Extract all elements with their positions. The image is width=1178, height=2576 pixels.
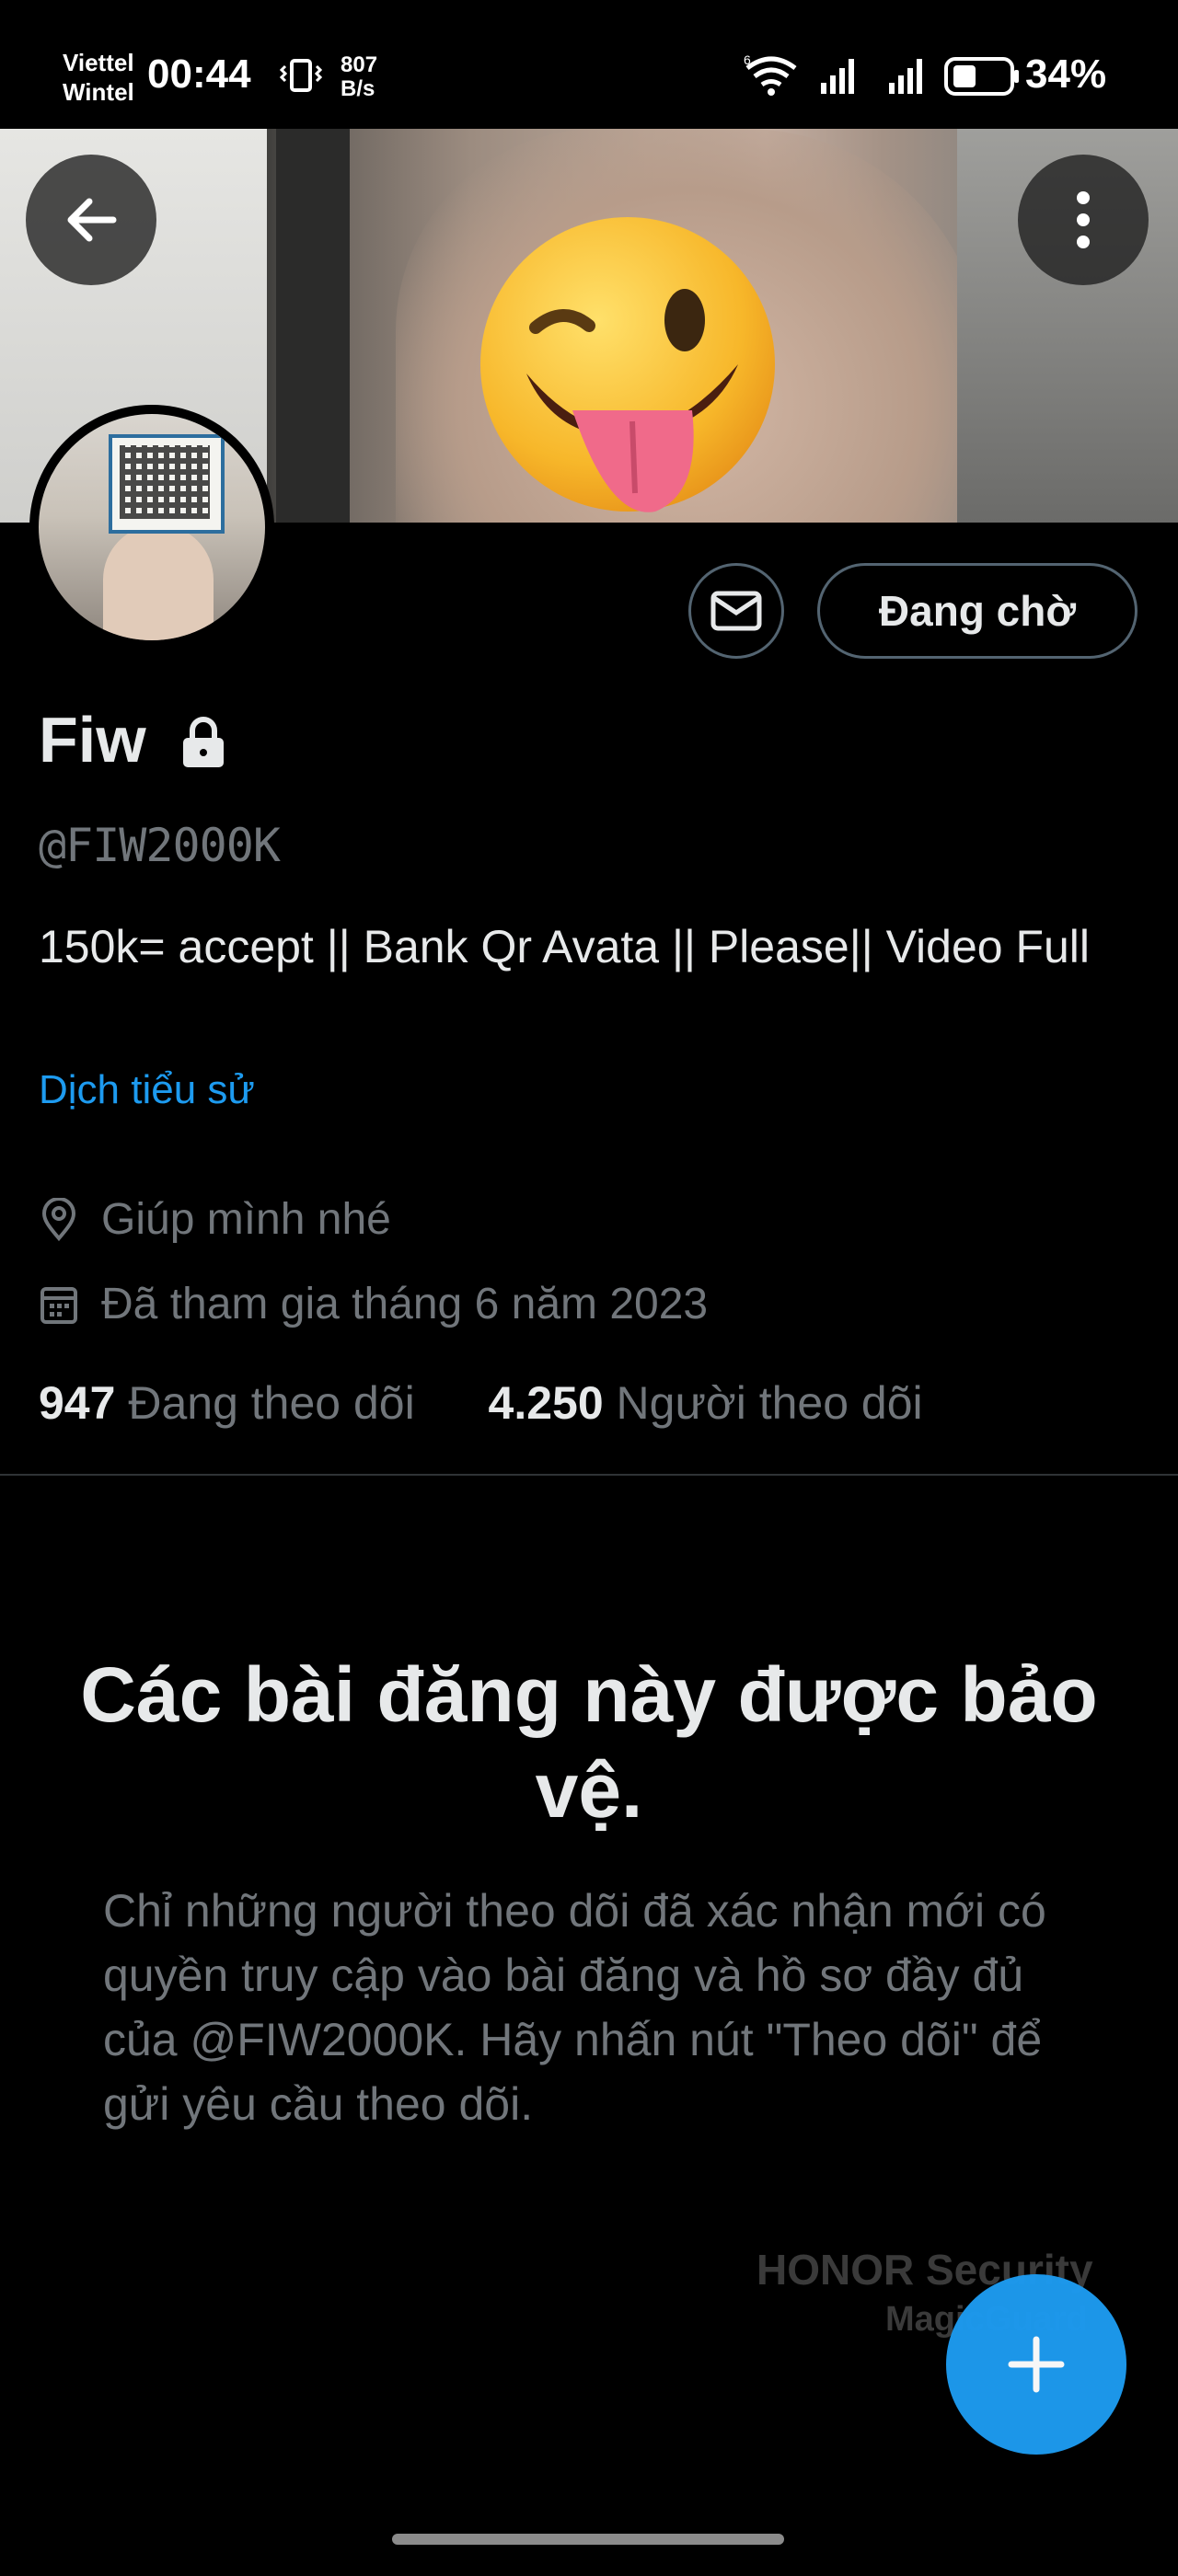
profile-name: Fiw — [39, 704, 146, 776]
calendar-icon — [40, 1286, 77, 1324]
pending-follow-button[interactable]: Đang chờ — [817, 563, 1138, 659]
location-pin-icon — [41, 1197, 76, 1241]
location-row: Giúp mình nhé — [39, 1194, 391, 1245]
join-date-text: Đã tham gia tháng 6 năm 2023 — [101, 1280, 709, 1328]
wifi-icon: 6 — [744, 52, 797, 96]
profile-bio: 150k= accept || Bank Qr Avata || Please|… — [39, 921, 1091, 972]
clock: 00:44 — [147, 52, 251, 97]
location-text: Giúp mình nhé — [101, 1195, 391, 1244]
divider — [0, 1474, 1178, 1476]
follow-stats: 947 Đang theo dõi 4.250 Người theo dõi — [39, 1376, 923, 1430]
carrier-name: Viettel Wintel — [63, 49, 134, 106]
qr-code-image — [109, 434, 225, 534]
winking-tongue-emoji — [480, 217, 775, 512]
more-vertical-icon — [1077, 191, 1090, 248]
join-date-row: Đã tham gia tháng 6 năm 2023 — [39, 1279, 708, 1329]
back-button[interactable] — [26, 155, 156, 285]
following-label: Đang theo dõi — [128, 1377, 415, 1429]
followers-count: 4.250 — [488, 1377, 604, 1429]
protected-posts-title: Các bài đăng này được bảo vệ. — [80, 1651, 1098, 1834]
mail-icon — [710, 591, 762, 631]
net-speed: 807 B/s — [341, 52, 378, 101]
following-count: 947 — [39, 1377, 116, 1429]
translate-bio-link[interactable]: Dịch tiểu sử — [39, 1067, 255, 1113]
plus-icon — [1008, 2336, 1065, 2393]
home-indicator[interactable] — [392, 2534, 784, 2545]
compose-button[interactable] — [946, 2274, 1126, 2455]
message-button[interactable] — [688, 563, 784, 659]
avatar-image — [39, 414, 265, 640]
avatar[interactable] — [29, 405, 274, 650]
status-bar: Viettel Wintel 00:44 807 B/s 6 34% — [0, 0, 1178, 129]
followers-label: Người theo dõi — [616, 1377, 923, 1429]
vibrate-icon — [280, 59, 322, 92]
lock-icon — [183, 717, 224, 767]
following-link[interactable]: 947 Đang theo dõi — [39, 1377, 415, 1429]
battery-percent: 34% — [1025, 52, 1107, 97]
signal-icon — [889, 59, 922, 94]
arrow-left-icon — [67, 198, 117, 242]
profile-handle: @FIW2000K — [39, 819, 281, 872]
signal-icon — [821, 59, 854, 94]
svg-text:6: 6 — [744, 52, 751, 67]
protected-posts-description: Chỉ những người theo dõi đã xác nhận mới… — [103, 1885, 1046, 2130]
followers-link[interactable]: 4.250 Người theo dõi — [489, 1377, 923, 1429]
more-options-button[interactable] — [1018, 155, 1149, 285]
battery-icon — [944, 57, 1019, 96]
